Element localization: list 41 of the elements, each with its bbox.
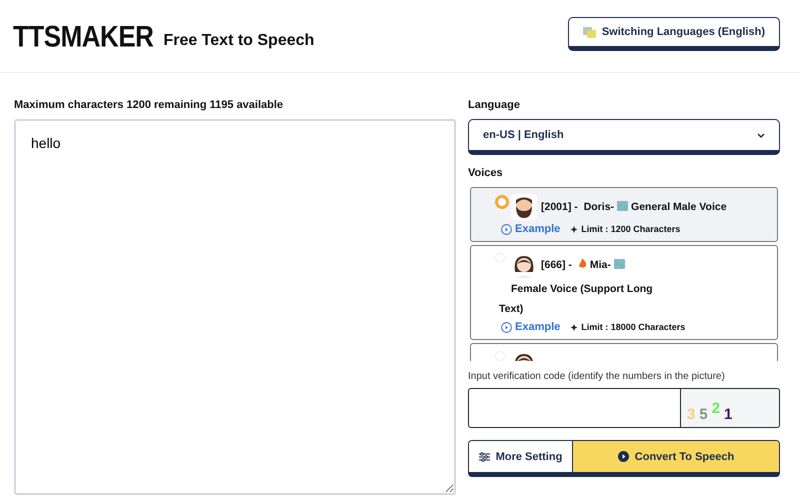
map-icon	[617, 200, 628, 211]
sparkle-icon	[570, 224, 578, 234]
voice-name: Doris-	[584, 200, 614, 213]
bearded-man-avatar	[511, 194, 537, 220]
captcha-digit: 3	[687, 406, 696, 423]
voice-card[interactable]: [666] - Mia- Female Voice (Support Long Text) Example Limit : 18000 Characters	[470, 245, 778, 340]
flame-icon	[578, 258, 587, 269]
text-input[interactable]: hello	[14, 119, 456, 495]
character-limit: Limit : 18000 Characters	[581, 322, 686, 332]
logo: TTSMAKER	[13, 18, 154, 54]
captcha-label: Input verification code (identify the numbers in the picture)	[468, 371, 726, 382]
example-link[interactable]: Example	[501, 223, 560, 235]
captcha-digit: 2	[712, 400, 720, 417]
example-link[interactable]: Example	[501, 321, 560, 333]
radio-button[interactable]	[495, 195, 509, 209]
voice-description: General Male Voice	[631, 200, 727, 213]
voice-code: [2001] -	[541, 200, 579, 213]
chevron-down-icon	[757, 132, 765, 138]
switch-language-button[interactable]: Switching Languages (English)	[568, 17, 780, 51]
language-select[interactable]: en-US | English	[468, 119, 780, 155]
captcha-digit: 5	[699, 406, 708, 423]
sliders-icon	[478, 452, 490, 462]
more-settings-button[interactable]: More Setting	[469, 441, 573, 472]
map-icon	[614, 258, 625, 269]
character-counter: Maximum characters 1200 remaining 1195 available	[14, 99, 284, 111]
sparkle-icon	[570, 322, 578, 332]
play-icon	[618, 451, 629, 462]
convert-button[interactable]: Convert To Speech	[573, 441, 779, 472]
play-icon	[501, 322, 512, 332]
language-label: Language	[468, 99, 521, 111]
voices-label: Voices	[468, 167, 504, 179]
voice-card[interactable]: [2001] - Doris- General Male Voice Example Limit : 1200 Characters	[470, 187, 778, 242]
tagline: Free Text to Speech	[163, 32, 314, 50]
voice-description: Female Voice (Support Long	[511, 283, 653, 295]
voice-description: Text)	[499, 302, 524, 317]
character-limit: Limit : 1200 Characters	[581, 224, 680, 234]
voice-code: [666] -	[541, 258, 573, 271]
captcha-digit: 1	[724, 406, 732, 423]
voice-name: Mia-	[590, 258, 611, 271]
play-icon	[501, 224, 512, 234]
captcha-input[interactable]	[468, 388, 681, 428]
